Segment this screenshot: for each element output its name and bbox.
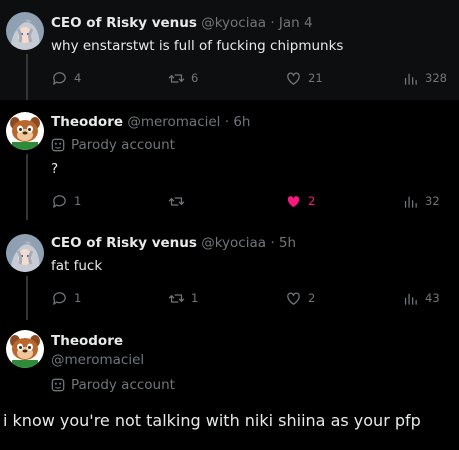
- reply-icon: [53, 194, 66, 208]
- handle[interactable]: @kyociaa: [201, 15, 266, 31]
- views-button[interactable]: 328: [402, 68, 447, 88]
- chipmunk-avatar-icon: [6, 330, 44, 368]
- reply-icon: [53, 291, 66, 305]
- views-button[interactable]: 43: [402, 288, 440, 308]
- handle[interactable]: @kyociaa: [201, 235, 266, 251]
- tweet-header: Theodore @meromaciel · 6h: [51, 113, 250, 131]
- parody-label: Parody account: [51, 376, 175, 394]
- parody-text: Parody account: [71, 377, 175, 393]
- parody-text: Parody account: [71, 137, 175, 153]
- retweet-count: 1: [191, 291, 199, 305]
- tweet[interactable]: CEO of Risky venus @kyociaa · 5h fat fuc…: [0, 220, 459, 320]
- reply-button[interactable]: 4: [51, 68, 81, 88]
- tweet[interactable]: CEO of Risky venus @kyociaa · Jan 4 why …: [0, 0, 459, 100]
- retweet-button[interactable]: 6: [168, 68, 198, 88]
- conversation-thread: CEO of Risky venus @kyociaa · Jan 4 why …: [0, 0, 459, 450]
- reply-button[interactable]: 1: [51, 288, 81, 308]
- like-button[interactable]: 21: [285, 68, 323, 88]
- views-chart-icon: [404, 73, 417, 85]
- tweet-actions: 1 2 32: [51, 191, 448, 211]
- avatar[interactable]: [6, 330, 44, 368]
- avatar[interactable]: [6, 234, 44, 272]
- timestamp[interactable]: · 5h: [270, 235, 296, 251]
- tweet[interactable]: Theodore @meromaciel · 6h Parody account…: [0, 100, 459, 220]
- reply-text: i know you're not talking with niki shii…: [3, 411, 421, 430]
- parody-label: Parody account: [51, 136, 175, 154]
- avatar[interactable]: [6, 12, 44, 50]
- like-count: 2: [308, 291, 316, 305]
- chipmunk-avatar-icon: [6, 112, 44, 150]
- retweet-icon: [168, 196, 185, 206]
- heart-icon: [287, 292, 300, 305]
- like-count: 2: [308, 194, 316, 208]
- views-chart-icon: [404, 293, 417, 305]
- views-chart-icon: [404, 196, 417, 208]
- views-button[interactable]: 32: [402, 191, 440, 211]
- retweet-button[interactable]: [168, 191, 191, 211]
- tweet-header: Theodore: [51, 332, 123, 350]
- tweet-actions: 1 1 2 43: [51, 288, 448, 308]
- view-count: 43: [425, 291, 440, 305]
- retweet-icon: [168, 73, 185, 83]
- avatar[interactable]: [6, 112, 44, 150]
- theater-mask-icon: [51, 378, 65, 392]
- reply-count: 1: [74, 291, 82, 305]
- like-count: 21: [308, 71, 323, 85]
- view-count: 328: [425, 71, 447, 85]
- grey-haired-anime-avatar-icon: [6, 12, 44, 50]
- reply-count: 1: [74, 194, 82, 208]
- view-count: 32: [425, 194, 440, 208]
- display-name[interactable]: Theodore: [51, 333, 123, 349]
- timestamp[interactable]: · Jan 4: [270, 15, 312, 31]
- thread-connector: [26, 154, 28, 220]
- retweet-icon: [168, 293, 185, 303]
- thread-connector: [26, 276, 28, 320]
- timestamp[interactable]: · 6h: [225, 114, 251, 130]
- like-button[interactable]: 2: [285, 288, 315, 308]
- tweet-text: why enstarstwt is full of fucking chipmu…: [51, 38, 344, 54]
- display-name[interactable]: Theodore: [51, 114, 123, 130]
- heart-filled-icon: [287, 195, 300, 207]
- display-name[interactable]: CEO of Risky venus: [51, 15, 197, 31]
- heart-icon: [287, 72, 300, 85]
- tweet-text: ?: [51, 161, 59, 177]
- like-button[interactable]: 2: [285, 191, 315, 211]
- display-name[interactable]: CEO of Risky venus: [51, 235, 197, 251]
- reply-button[interactable]: 1: [51, 191, 81, 211]
- reply-count: 4: [74, 71, 82, 85]
- tweet-header: CEO of Risky venus @kyociaa · 5h: [51, 234, 296, 252]
- reply-icon: [53, 71, 66, 85]
- retweet-count: 6: [191, 71, 199, 85]
- handle[interactable]: @meromaciel: [127, 114, 220, 130]
- tweet-text: fat fuck: [51, 258, 103, 274]
- thread-connector: [26, 54, 28, 100]
- grey-haired-anime-avatar-icon: [6, 234, 44, 272]
- tweet-actions: 4 6 21 328: [51, 68, 448, 88]
- handle[interactable]: @meromaciel: [51, 351, 144, 369]
- retweet-button[interactable]: 1: [168, 288, 198, 308]
- tweet-header: CEO of Risky venus @kyociaa · Jan 4: [51, 14, 313, 32]
- theater-mask-icon: [51, 138, 65, 152]
- reply-author: Theodore @meromaciel Parody account: [0, 320, 459, 400]
